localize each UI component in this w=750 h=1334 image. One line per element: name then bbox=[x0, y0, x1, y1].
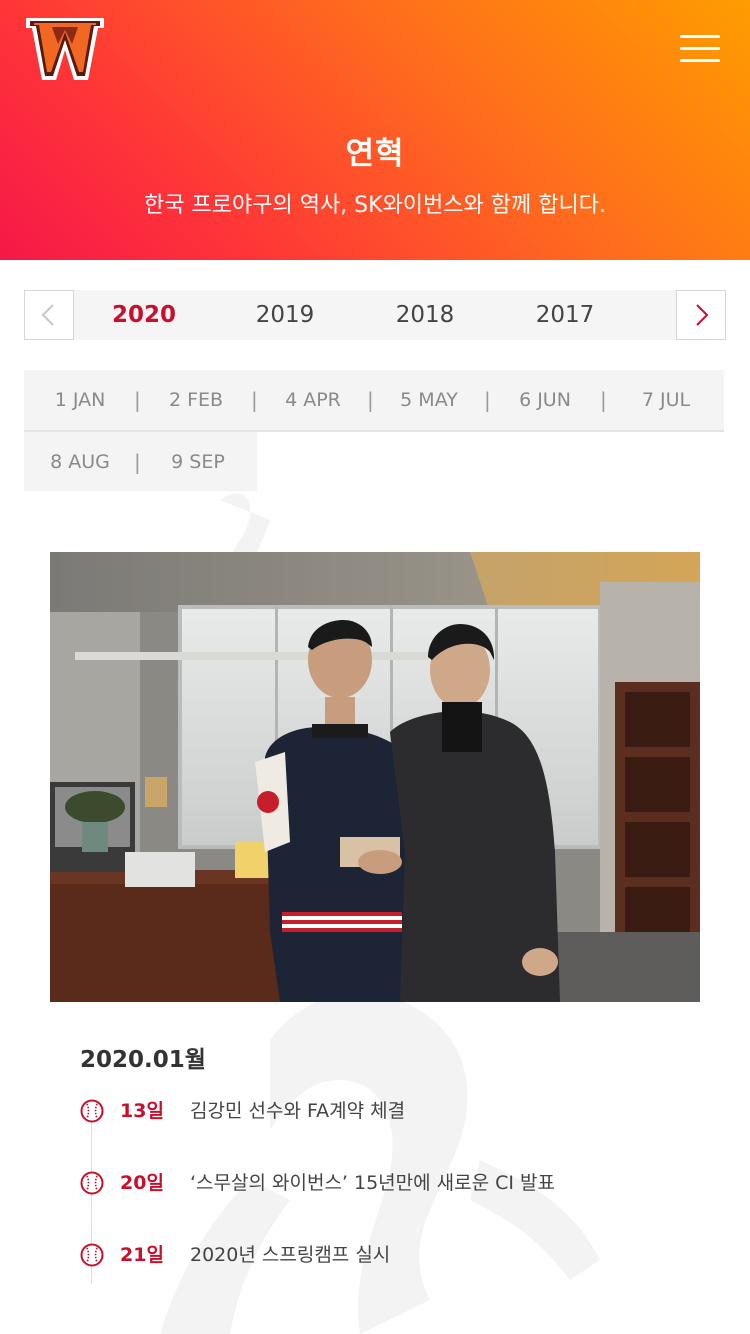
month-tab-jul[interactable]: 7 JUL bbox=[628, 370, 704, 430]
chevron-left-icon bbox=[41, 304, 54, 326]
baseball-icon bbox=[80, 1171, 104, 1195]
history-event: 13일 김강민 선수와 FA계약 체결 bbox=[80, 1096, 720, 1126]
month-tab-jun[interactable]: 6 JUN bbox=[507, 370, 583, 430]
year-tab-2020[interactable]: 2020 bbox=[84, 290, 204, 340]
event-day: 21일 bbox=[120, 1244, 164, 1266]
wyverns-w-logo[interactable] bbox=[24, 14, 106, 86]
page-header: 연혁 한국 프로야구의 역사, SK와이번스와 함께 합니다. bbox=[0, 0, 750, 260]
year-tab-2017[interactable]: 2017 bbox=[505, 290, 625, 340]
event-day: 13일 bbox=[120, 1100, 164, 1122]
year-next-button[interactable] bbox=[676, 290, 726, 340]
history-event: 21일 2020년 스프링캠프 실시 bbox=[80, 1240, 720, 1270]
contract-signing-photo bbox=[50, 552, 700, 1002]
event-text: 김강민 선수와 FA계약 체결 bbox=[190, 1100, 406, 1122]
history-event: 20일 ‘스무살의 와이번스’ 15년만에 새로운 CI 발표 bbox=[80, 1168, 720, 1198]
baseball-icon bbox=[80, 1099, 104, 1123]
month-heading: 2020.01월 bbox=[80, 1047, 206, 1073]
month-tabs: 1 JAN | 2 FEB | 4 APR | 5 MAY | 6 JUN | … bbox=[24, 370, 724, 432]
year-prev-button[interactable] bbox=[24, 290, 74, 340]
baseball-icon bbox=[80, 1243, 104, 1267]
year-selector: 2020 2019 2018 2017 bbox=[24, 290, 726, 340]
page-title: 연혁 bbox=[345, 136, 405, 172]
month-tab-may[interactable]: 5 MAY bbox=[391, 370, 467, 430]
event-day: 20일 bbox=[120, 1172, 164, 1194]
month-tab-feb[interactable]: 2 FEB bbox=[158, 370, 234, 430]
event-text: ‘스무살의 와이번스’ 15년만에 새로운 CI 발표 bbox=[190, 1172, 556, 1194]
month-tab-apr[interactable]: 4 APR bbox=[275, 370, 351, 430]
month-tab-jan[interactable]: 1 JAN bbox=[42, 370, 118, 430]
page-subtitle: 한국 프로야구의 역사, SK와이번스와 함께 합니다. bbox=[144, 193, 606, 218]
year-tab-2018[interactable]: 2018 bbox=[365, 290, 485, 340]
menu-button[interactable] bbox=[678, 32, 722, 68]
chevron-right-icon bbox=[696, 304, 709, 326]
event-text: 2020년 스프링캠프 실시 bbox=[190, 1244, 391, 1266]
year-tab-2019[interactable]: 2019 bbox=[225, 290, 345, 340]
hamburger-menu-icon bbox=[680, 35, 720, 38]
